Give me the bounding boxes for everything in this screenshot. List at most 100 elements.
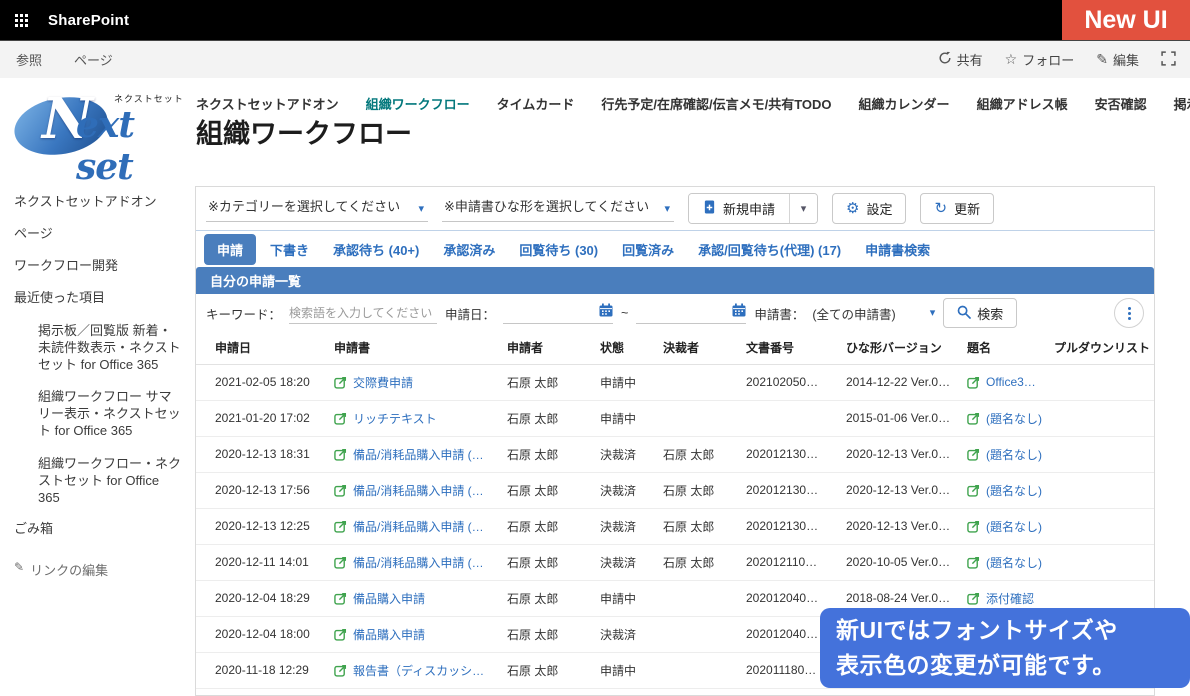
tab-2[interactable]: 下書き <box>260 234 319 265</box>
nav-item-6[interactable]: 組織アドレス帳 <box>977 94 1068 113</box>
open-form-icon[interactable] <box>334 412 347 425</box>
title-link[interactable]: (題名なし) <box>986 482 1042 499</box>
open-title-icon[interactable] <box>967 448 980 461</box>
form-link[interactable]: 備品/消耗品購入申請 (… <box>353 554 484 571</box>
nav-item-2[interactable]: 組織ワークフロー <box>366 94 470 113</box>
new-request-button[interactable]: 新規申請 <box>689 194 789 223</box>
nav-item-8[interactable]: 掲示板/回覧板 <box>1174 94 1190 113</box>
title-link[interactable]: 添付確認 <box>986 590 1034 607</box>
date-from-field[interactable] <box>503 303 613 324</box>
nav-item-7[interactable]: 安否確認 <box>1095 94 1147 113</box>
edit-button[interactable]: ✎ 編集 <box>1096 50 1139 69</box>
sidebar-item-7[interactable]: 組織ワークフロー・ネクストセット for Office 365 <box>38 455 184 506</box>
cell-version <box>842 688 963 696</box>
open-form-icon[interactable] <box>334 376 347 389</box>
ribbon-tab-browse[interactable]: 参照 <box>16 50 42 69</box>
title-link[interactable]: (題名なし) <box>986 518 1042 535</box>
open-title-icon[interactable] <box>967 592 980 605</box>
search-button[interactable]: 検索 <box>943 298 1017 328</box>
tab-7[interactable]: 承認/回覧待ち(代理) (17) <box>688 234 851 265</box>
cell-applicant <box>503 688 596 696</box>
more-options-button[interactable] <box>1114 298 1144 328</box>
sidebar-item-6[interactable]: 組織ワークフロー サマリー表示・ネクストセット for Office 365 <box>38 388 184 439</box>
tab-3[interactable]: 承認待ち (40+) <box>323 234 429 265</box>
title-link[interactable]: Office3… <box>986 375 1036 389</box>
form-link[interactable]: 交際費申請 <box>353 374 413 391</box>
open-form-icon[interactable] <box>334 484 347 497</box>
date-to-field[interactable] <box>636 303 746 324</box>
share-button[interactable]: 共有 <box>938 50 983 69</box>
col-6[interactable]: 文書番号 <box>742 332 842 364</box>
form-link[interactable]: 備品/消耗品購入申請 (… <box>353 518 484 535</box>
refresh-button[interactable]: ↻ 更新 <box>920 193 994 224</box>
col-5[interactable]: 決裁者 <box>659 332 742 364</box>
focus-mode-button[interactable] <box>1161 51 1176 69</box>
col-1[interactable]: 申請日 <box>196 332 330 364</box>
col-9[interactable]: プルダウンリスト <box>1050 332 1155 364</box>
app-launcher-icon[interactable] <box>15 14 28 27</box>
nav-item-5[interactable]: 組織カレンダー <box>859 94 950 113</box>
template-select[interactable]: ※申請書ひな形を選択してください ▾ <box>442 196 674 222</box>
col-8[interactable]: 題名 <box>963 332 1050 364</box>
open-title-icon[interactable] <box>967 484 980 497</box>
sidebar-item-3[interactable]: ワークフロー開発 <box>14 258 184 275</box>
cell-approver <box>659 400 742 436</box>
calendar-icon[interactable] <box>599 303 613 320</box>
open-form-icon[interactable] <box>334 592 347 605</box>
date-to-input[interactable] <box>636 304 728 320</box>
tab-6[interactable]: 回覧済み <box>612 234 684 265</box>
open-title-icon[interactable] <box>967 520 980 533</box>
tab-1[interactable]: 申請 <box>204 234 256 265</box>
col-4[interactable]: 状態 <box>596 332 659 364</box>
form-type-select[interactable]: (全ての申請書) ▾ <box>812 304 935 323</box>
open-form-icon[interactable] <box>334 520 347 533</box>
tab-4[interactable]: 承認済み <box>433 234 505 265</box>
tab-5[interactable]: 回覧待ち (30) <box>509 234 608 265</box>
new-request-dropdown[interactable]: ▾ <box>789 194 817 223</box>
sidebar-item-2[interactable]: ページ <box>14 226 184 243</box>
sidebar-item-1[interactable]: ネクストセットアドオン <box>14 194 184 211</box>
nav-item-3[interactable]: タイムカード <box>497 94 575 113</box>
open-title-icon[interactable] <box>967 556 980 569</box>
title-link[interactable]: (題名なし) <box>986 446 1042 463</box>
edit-links-button[interactable]: ✎ リンクの編集 <box>14 560 184 579</box>
form-link[interactable]: 報告書（ディスカッシ… <box>353 662 484 679</box>
title-link[interactable]: (題名なし) <box>986 554 1042 571</box>
nextset-logo[interactable]: N ext set ネクストセット <box>12 86 192 166</box>
cell-date: 2020-12-13 17:56 <box>196 472 330 508</box>
follow-button[interactable]: ☆ フォロー <box>1005 50 1075 69</box>
sidebar-item-4[interactable]: 最近使った項目 <box>14 290 184 307</box>
tab-8[interactable]: 申請書検索 <box>855 234 940 265</box>
form-link[interactable]: リッチテキスト <box>353 410 437 427</box>
calendar-icon[interactable] <box>732 303 746 320</box>
open-form-icon[interactable] <box>334 556 347 569</box>
open-form-icon[interactable] <box>334 448 347 461</box>
col-7[interactable]: ひな形バージョン <box>842 332 963 364</box>
ribbon-tab-page[interactable]: ページ <box>74 50 113 69</box>
open-form-icon[interactable] <box>334 628 347 641</box>
date-from-input[interactable] <box>503 304 595 320</box>
edit-links-label: リンクの編集 <box>30 560 108 579</box>
title-link[interactable]: (題名なし) <box>986 410 1042 427</box>
form-link[interactable]: 備品購入申請 <box>353 590 425 607</box>
form-link[interactable]: 備品/消耗品購入申請 (… <box>353 446 484 463</box>
cell-approver: 石原 太郎 <box>659 508 742 544</box>
nav-item-1[interactable]: ネクストセットアドオン <box>196 94 339 113</box>
open-form-icon[interactable] <box>334 664 347 677</box>
open-title-icon[interactable] <box>967 376 980 389</box>
sidebar-item-5[interactable]: 掲示板／回覧版 新着・未読件数表示・ネクストセット for Office 365 <box>38 322 184 373</box>
search-label: 検索 <box>977 304 1003 323</box>
sidebar-item-8[interactable]: ごみ箱 <box>14 521 184 538</box>
category-select[interactable]: ※カテゴリーを選択してください ▾ <box>206 196 428 222</box>
document-plus-icon <box>703 199 716 218</box>
nav-item-4[interactable]: 行先予定/在席確認/伝言メモ/共有TODO <box>601 94 831 113</box>
edit-label: 編集 <box>1113 50 1139 69</box>
form-link[interactable]: 備品/消耗品購入申請 (… <box>353 482 484 499</box>
keyword-input[interactable] <box>289 302 437 324</box>
col-2[interactable]: 申請書 <box>330 332 503 364</box>
settings-button[interactable]: ⚙ 設定 <box>832 193 906 224</box>
form-link[interactable]: 備品購入申請 <box>353 626 425 643</box>
open-title-icon[interactable] <box>967 412 980 425</box>
cell-docno: 202012130… <box>742 472 842 508</box>
col-3[interactable]: 申請者 <box>503 332 596 364</box>
